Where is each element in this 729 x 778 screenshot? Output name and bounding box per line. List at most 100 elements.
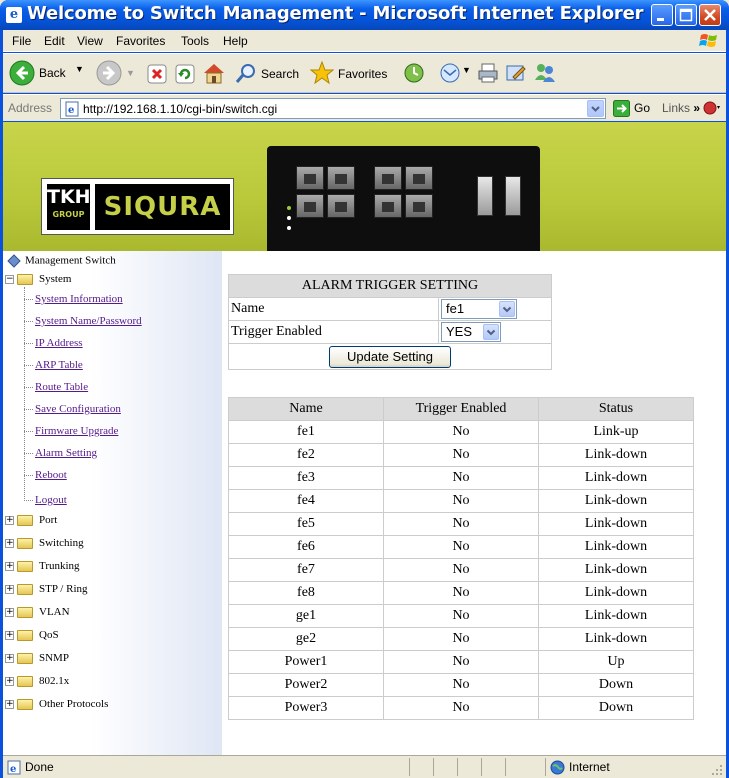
tree-folder-system[interactable]: − System bbox=[5, 273, 71, 285]
folder-label: 802.1x bbox=[39, 675, 70, 687]
address-input[interactable]: e http://192.168.1.10/cgi-bin/switch.cgi bbox=[60, 98, 606, 119]
home-icon[interactable] bbox=[202, 62, 226, 84]
trigger-enabled-cell: No bbox=[383, 466, 539, 490]
nav-system-name-password[interactable]: System Name/Password bbox=[35, 315, 142, 327]
menu-view[interactable]: View bbox=[77, 34, 103, 48]
tkh-siqura-logo: TKH GROUP SIQURA bbox=[41, 178, 234, 235]
table-row: ge2 No Link-down bbox=[228, 627, 694, 651]
port-name-cell: fe5 bbox=[228, 512, 384, 536]
folder-label: SNMP bbox=[39, 652, 69, 664]
close-button[interactable] bbox=[699, 4, 721, 26]
trigger-enabled-select[interactable]: YES bbox=[441, 322, 501, 342]
nav-firmware-upgrade[interactable]: Firmware Upgrade bbox=[35, 425, 118, 437]
history-icon[interactable] bbox=[403, 62, 425, 84]
nav-reboot[interactable]: Reboot bbox=[35, 469, 67, 481]
nav-route-table[interactable]: Route Table bbox=[35, 381, 88, 393]
port-name-cell: ge2 bbox=[228, 627, 384, 651]
resize-grip-icon[interactable] bbox=[711, 764, 723, 776]
tree-folder-other-protocols[interactable]: + Other Protocols bbox=[5, 698, 108, 710]
mail-dropdown-icon[interactable]: ▼ bbox=[462, 65, 471, 75]
tree-folder-snmp[interactable]: + SNMP bbox=[5, 652, 69, 664]
expand-icon[interactable]: + bbox=[5, 538, 14, 548]
address-bar: Address e http://192.168.1.10/cgi-bin/sw… bbox=[3, 94, 726, 121]
extension-icon[interactable] bbox=[703, 100, 721, 116]
tree-folder-port[interactable]: + Port bbox=[5, 514, 57, 526]
expand-icon[interactable]: + bbox=[5, 630, 14, 640]
nav-save-configuration[interactable]: Save Configuration bbox=[35, 403, 121, 415]
svg-text:e: e bbox=[10, 764, 16, 775]
table-row: Power1 No Up bbox=[228, 650, 694, 674]
folder-label: Switching bbox=[39, 537, 84, 549]
refresh-icon[interactable] bbox=[175, 64, 195, 84]
edit-icon[interactable] bbox=[505, 62, 527, 84]
messenger-icon[interactable] bbox=[533, 62, 557, 84]
update-setting-button[interactable]: Update Setting bbox=[329, 345, 451, 368]
folder-icon bbox=[17, 583, 33, 595]
stop-icon[interactable] bbox=[147, 64, 167, 84]
table-row: fe6 No Link-down bbox=[228, 535, 694, 559]
folder-icon bbox=[17, 537, 33, 549]
back-button[interactable]: Back ▼ bbox=[7, 57, 89, 89]
address-dropdown-button[interactable] bbox=[587, 100, 604, 117]
page-done-icon: e bbox=[7, 760, 21, 775]
tree-folder-8021x[interactable]: +802.1x bbox=[5, 675, 69, 687]
nav-system-information[interactable]: System Information bbox=[35, 293, 123, 305]
expand-icon[interactable]: + bbox=[5, 676, 14, 686]
name-select[interactable]: fe1 bbox=[441, 299, 517, 319]
back-label: Back bbox=[39, 66, 66, 80]
status-cell: Down bbox=[538, 673, 694, 697]
tree-root[interactable]: Management Switch bbox=[7, 254, 116, 268]
forward-arrow-icon[interactable] bbox=[96, 60, 122, 86]
collapse-icon[interactable]: − bbox=[5, 274, 14, 284]
trigger-enabled-cell: No bbox=[383, 535, 539, 559]
links-button[interactable]: Links » bbox=[662, 101, 700, 115]
trigger-enabled-cell: No bbox=[383, 443, 539, 467]
tree-folder-trunking[interactable]: + Trunking bbox=[5, 560, 80, 572]
mail-icon[interactable] bbox=[439, 62, 463, 84]
title-bar[interactable]: e Welcome to Switch Management - Microso… bbox=[0, 0, 729, 30]
expand-icon[interactable]: + bbox=[5, 561, 14, 571]
expand-icon[interactable]: + bbox=[5, 515, 14, 525]
favorites-button[interactable]: Favorites bbox=[308, 58, 398, 88]
column-header: Trigger Enabled bbox=[383, 397, 539, 421]
tree-folder-switching[interactable]: + Switching bbox=[5, 537, 84, 549]
tree-folder-stp-ring[interactable]: + STP / Ring bbox=[5, 583, 88, 595]
go-arrow-icon bbox=[613, 100, 630, 117]
minimize-button[interactable] bbox=[651, 4, 673, 26]
search-button[interactable]: Search bbox=[233, 58, 303, 88]
menu-file[interactable]: File bbox=[12, 34, 31, 48]
trigger-select-cell: YES bbox=[438, 320, 552, 344]
minimize-icon bbox=[657, 18, 664, 21]
folder-icon bbox=[17, 606, 33, 618]
tree-folder-vlan[interactable]: + VLAN bbox=[5, 606, 70, 618]
expand-icon[interactable]: + bbox=[5, 653, 14, 663]
expand-icon[interactable]: + bbox=[5, 584, 14, 594]
status-cell: Link-down bbox=[538, 604, 694, 628]
chevron-down-icon bbox=[591, 106, 600, 112]
page-content: TKH GROUP SIQURA Management Switch − Syste… bbox=[3, 122, 726, 755]
status-cell: Link-down bbox=[538, 558, 694, 582]
folder-icon bbox=[17, 560, 33, 572]
nav-ip-address[interactable]: IP Address bbox=[35, 337, 83, 349]
menu-favorites[interactable]: Favorites bbox=[116, 34, 165, 48]
forward-dropdown-icon[interactable]: ▼ bbox=[126, 68, 135, 78]
menu-help[interactable]: Help bbox=[223, 34, 248, 48]
table-row: fe8 No Link-down bbox=[228, 581, 694, 605]
nav-alarm-setting[interactable]: Alarm Setting bbox=[35, 447, 97, 459]
maximize-button[interactable] bbox=[675, 4, 697, 26]
standard-toolbar: Back ▼ ▼ Search Favorites ▼ bbox=[3, 53, 726, 93]
table-row: fe5 No Link-down bbox=[228, 512, 694, 536]
nav-logout[interactable]: Logout bbox=[35, 494, 67, 506]
expand-icon[interactable]: + bbox=[5, 699, 14, 709]
menu-tools[interactable]: Tools bbox=[181, 34, 209, 48]
expand-icon[interactable]: + bbox=[5, 607, 14, 617]
table-row: ge1 No Link-down bbox=[228, 604, 694, 628]
back-dropdown-icon[interactable]: ▼ bbox=[75, 64, 84, 74]
folder-icon bbox=[17, 675, 33, 687]
folder-label: System bbox=[39, 273, 72, 285]
tree-folder-qos[interactable]: + QoS bbox=[5, 629, 59, 641]
print-icon[interactable] bbox=[477, 62, 499, 84]
name-label: Name bbox=[228, 297, 439, 321]
nav-arp-table[interactable]: ARP Table bbox=[35, 359, 83, 371]
menu-edit[interactable]: Edit bbox=[44, 34, 65, 48]
